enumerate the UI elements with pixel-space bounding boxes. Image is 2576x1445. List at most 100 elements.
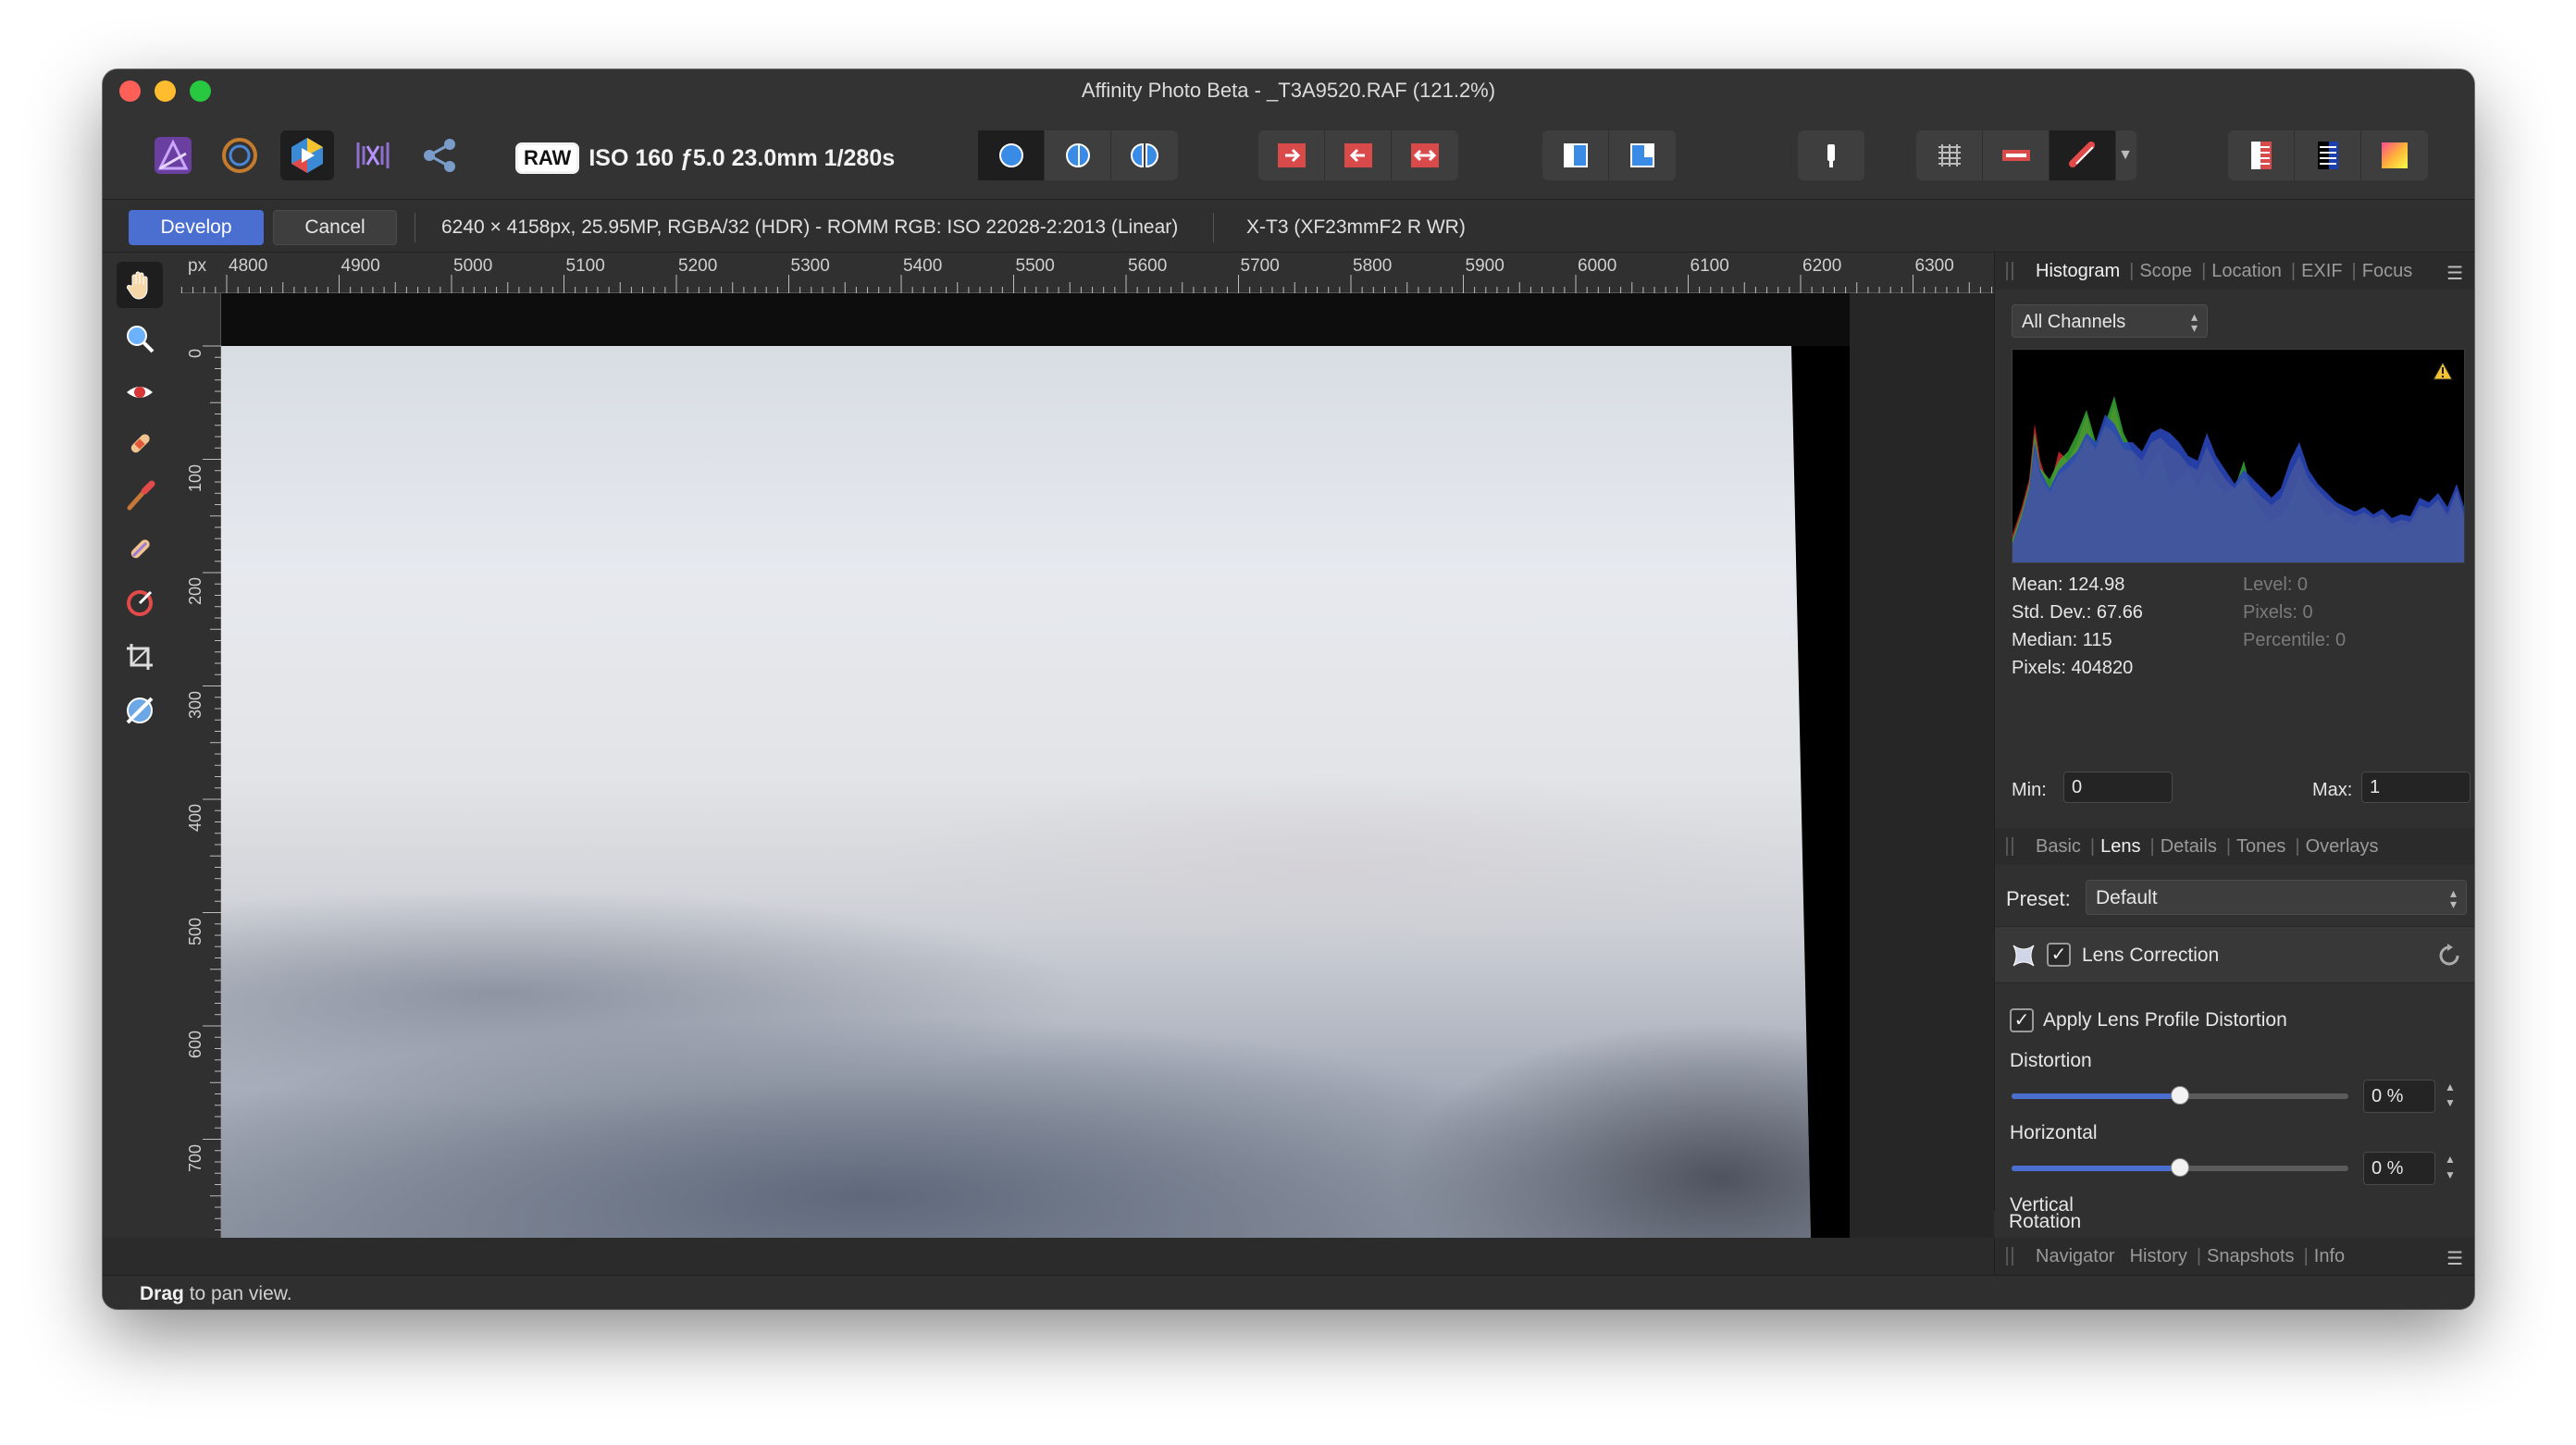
raw-badge: RAW — [515, 142, 580, 174]
chevron-down-icon[interactable]: ▼ — [2116, 130, 2135, 180]
horizontal-slider[interactable] — [2012, 1158, 2348, 1177]
red-brush-icon[interactable] — [2050, 130, 2116, 180]
blemish-tool-icon[interactable] — [117, 421, 163, 467]
distortion-slider-knob[interactable] — [2171, 1086, 2189, 1105]
ruler-label: 5200 — [678, 256, 718, 276]
show-layers-icon[interactable] — [2228, 130, 2295, 180]
horizontal-slider-knob[interactable] — [2171, 1158, 2189, 1177]
zoom-tool-icon[interactable] — [117, 315, 163, 362]
ruler-label: 200 — [186, 576, 204, 605]
tab-info[interactable]: Info — [2314, 1246, 2345, 1267]
tab-overlays[interactable]: Overlays — [2306, 836, 2379, 858]
min-label: Min: — [2012, 780, 2047, 800]
vertical-ruler: 0100200300400500600700800 — [180, 293, 221, 1238]
ruler-label: 300 — [186, 690, 204, 719]
lens-profile-icon — [2010, 942, 2037, 974]
minimize-window-button[interactable] — [155, 80, 176, 102]
camera-info: X-T3 (XF23mmF2 R WR) — [1246, 216, 1466, 238]
tab-snapshots[interactable]: Snapshots — [2207, 1246, 2295, 1267]
raw-info: RAW ISO 160 ƒ5.0 23.0mm 1/280s — [515, 142, 895, 174]
horizontal-ruler: px 4800 4900 5000 5100 5200 5300 5400 5500 5600 5… — [180, 253, 1994, 293]
min-input[interactable]: 0 — [2063, 772, 2173, 803]
stat-level: Level: 0 — [2243, 574, 2309, 595]
preset-value: Default — [2096, 887, 2158, 908]
tab-focus[interactable]: Focus — [2362, 261, 2412, 282]
liquify-persona-icon[interactable] — [216, 130, 264, 180]
lens-correction-checkbox[interactable]: ✓ — [2047, 943, 2071, 967]
tab-details[interactable]: Details — [2161, 836, 2217, 858]
clip-shadows-icon[interactable] — [1325, 130, 1392, 180]
close-window-button[interactable] — [119, 80, 141, 102]
tab-location[interactable]: Location — [2211, 261, 2282, 282]
export-persona-icon[interactable] — [415, 130, 464, 180]
ruler-label: 5100 — [565, 256, 605, 276]
ruler-label: 6100 — [1690, 256, 1729, 276]
raw-image-preview[interactable] — [221, 346, 1850, 1238]
photo-persona-icon[interactable] — [149, 130, 197, 180]
clipping-warning-icon[interactable] — [2430, 356, 2456, 382]
panel-menu-icon[interactable]: ☰ — [2446, 262, 2463, 285]
develop-persona-icon[interactable] — [280, 130, 334, 180]
reset-icon[interactable] — [2435, 942, 2463, 974]
histogram-tabs: Histogram | Scope | Location | EXIF | Focus … — [1995, 253, 2474, 290]
view-tool-hand-icon[interactable] — [117, 262, 163, 308]
tab-lens[interactable]: Lens — [2100, 836, 2140, 858]
red-mask-icon[interactable] — [1983, 130, 2050, 180]
ruler-label: 4800 — [229, 256, 268, 276]
tools-panel — [103, 253, 180, 1238]
grid-overlay-icon[interactable] — [1916, 130, 1983, 180]
horizontal-stepper[interactable]: ▲ ▼ — [2442, 1152, 2458, 1185]
crop-tool-icon[interactable] — [117, 634, 163, 680]
develop-tabs: Basic | Lens | Details | Tones | Overlays — [1995, 828, 2474, 865]
split-view-button[interactable] — [1045, 130, 1111, 180]
horizontal-value[interactable]: 0 % — [2363, 1152, 2435, 1185]
distortion-slider[interactable] — [2012, 1086, 2348, 1105]
tab-basic[interactable]: Basic — [2036, 836, 2081, 858]
inpainting-brush-icon[interactable] — [117, 473, 163, 519]
red-eye-tool-icon[interactable] — [117, 369, 163, 415]
stat-level-pixels: Pixels: 0 — [2243, 602, 2313, 623]
ruler-label: 5900 — [1465, 256, 1505, 276]
channel-select[interactable]: All Channels ▴ ▾ — [2012, 304, 2208, 338]
distortion-stepper[interactable]: ▲ ▼ — [2442, 1080, 2458, 1113]
max-label: Max: — [2312, 780, 2353, 800]
mirror-view-button[interactable] — [1111, 130, 1178, 180]
bottom-panel-menu-icon[interactable]: ☰ — [2446, 1247, 2463, 1270]
white-balance-tool-icon[interactable] — [117, 580, 163, 626]
tab-tones[interactable]: Tones — [2236, 836, 2285, 858]
cancel-button[interactable]: Cancel — [273, 210, 397, 245]
tone-mapping-persona-icon[interactable] — [349, 130, 397, 180]
apply-lens-profile-checkbox[interactable]: ✓ — [2010, 1008, 2034, 1032]
clip-highlights-icon[interactable] — [1258, 130, 1325, 180]
patch-tool-icon[interactable] — [117, 526, 163, 573]
ruler-label: 5600 — [1128, 256, 1168, 276]
ruler-label: 5800 — [1353, 256, 1393, 276]
develop-button[interactable]: Develop — [129, 210, 264, 245]
pin-tool-icon[interactable] — [1798, 130, 1864, 180]
tab-history[interactable]: History — [2130, 1246, 2187, 1267]
main-toolbar: RAW ISO 160 ƒ5.0 23.0mm 1/280s ▼ — [103, 112, 2474, 199]
ruler-label: 6000 — [1578, 256, 1617, 276]
max-input[interactable]: 1 — [2361, 772, 2471, 803]
ruler-label: 0 — [186, 348, 204, 358]
distortion-value[interactable]: 0 % — [2363, 1080, 2435, 1113]
image-info: 6240 × 4158px, 25.95MP, RGBA/32 (HDR) - … — [441, 216, 1179, 238]
swap-right-icon[interactable] — [1609, 130, 1676, 180]
swap-left-icon[interactable] — [1542, 130, 1609, 180]
apply-lens-profile-label: Apply Lens Profile Distortion — [2043, 1009, 2287, 1031]
clip-tones-icon[interactable] — [1392, 130, 1458, 180]
tab-scope[interactable]: Scope — [2139, 261, 2192, 282]
tab-histogram[interactable]: Histogram — [2036, 261, 2120, 282]
preset-select[interactable]: Default ▴ ▾ — [2086, 880, 2467, 915]
overlay-gradient-tool-icon[interactable] — [117, 687, 163, 734]
single-view-button[interactable] — [978, 130, 1045, 180]
ruler-label: 100 — [186, 463, 204, 492]
window-title: Affinity Photo Beta - _T3A9520.RAF (121.… — [1081, 79, 1496, 102]
tab-exif[interactable]: EXIF — [2301, 261, 2342, 282]
tab-navigator[interactable]: Navigator — [2036, 1246, 2115, 1267]
show-blacks-icon[interactable] — [2295, 130, 2361, 180]
show-colors-icon[interactable] — [2361, 130, 2428, 180]
canvas-area[interactable]: px 4800 4900 5000 5100 5200 5300 5400 5500 5600 5… — [180, 253, 1994, 1238]
rotation-label: Rotation — [1994, 1211, 2474, 1238]
zoom-window-button[interactable] — [190, 80, 211, 102]
